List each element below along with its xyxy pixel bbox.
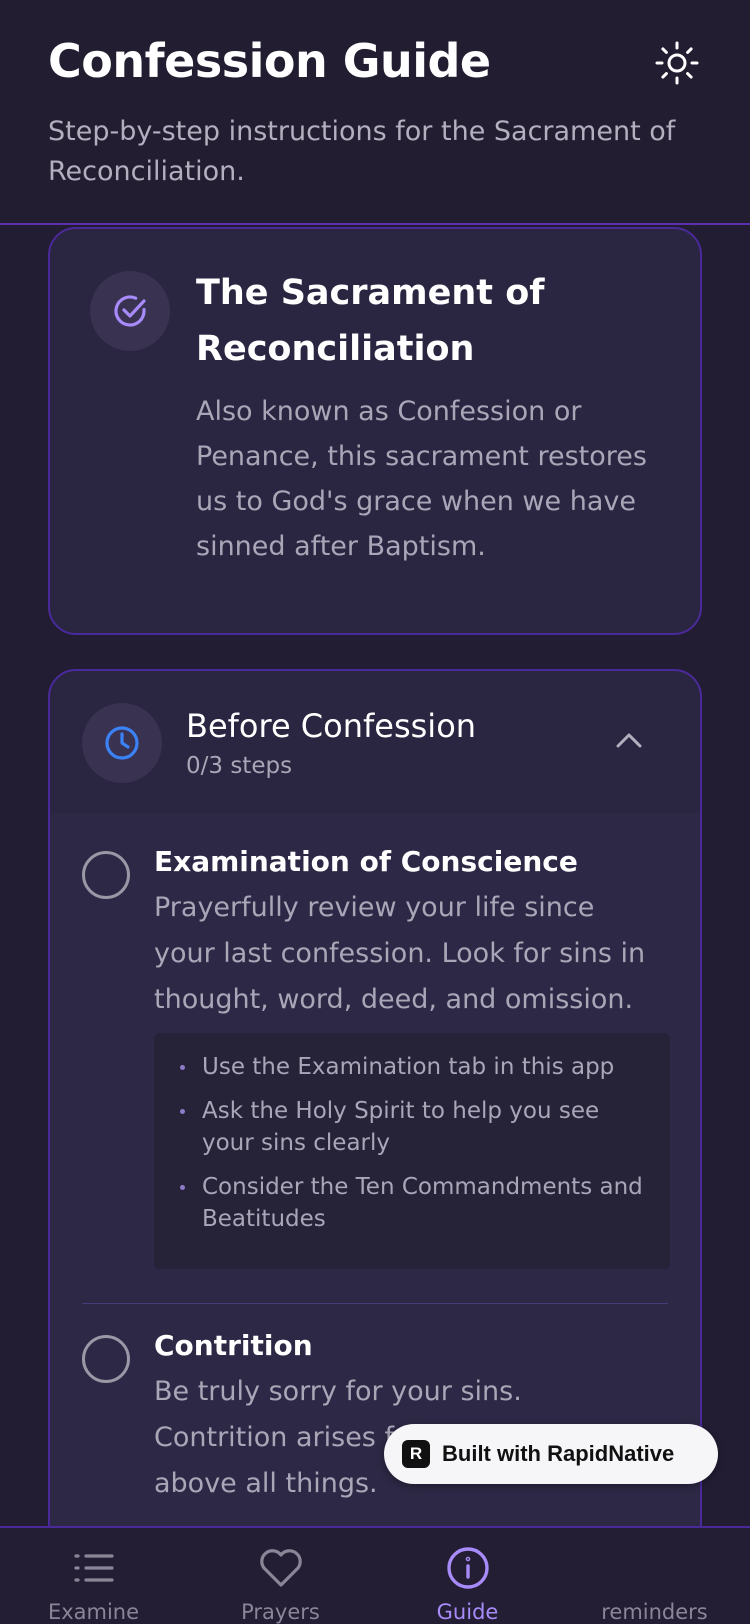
sun-icon <box>655 41 699 85</box>
page-subtitle: Step-by-step instructions for the Sacram… <box>48 116 676 187</box>
step-divider <box>82 1303 668 1304</box>
tab-label: Examine <box>47 1600 140 1624</box>
check-circle-icon <box>114 295 146 327</box>
step-checkbox[interactable] <box>82 1335 130 1383</box>
page-title: Confession Guide <box>48 34 491 88</box>
tab-label: Guide <box>436 1600 499 1624</box>
step-title: Contrition <box>154 1329 313 1362</box>
heart-icon <box>258 1544 304 1592</box>
section-body: Examination of Conscience Prayerfully re… <box>50 813 700 1527</box>
tab-label: Prayers <box>241 1600 320 1624</box>
info-icon <box>445 1544 491 1592</box>
scroll-content[interactable]: The Sacrament of Reconciliation Also kno… <box>0 227 750 1527</box>
tip-item: Ask the Holy Spirit to help you see your… <box>180 1095 650 1159</box>
step-title: Examination of Conscience <box>154 845 578 878</box>
list-icon <box>72 1544 116 1592</box>
bottom-tab-bar: Examine Prayers Guide reminders <box>0 1526 750 1624</box>
theme-toggle-button[interactable] <box>652 38 702 88</box>
section-progress: 0/3 steps <box>186 753 293 779</box>
rapidnative-logo: R <box>402 1440 430 1468</box>
chevron-up-icon <box>612 723 646 757</box>
tab-reminders[interactable]: reminders <box>561 1528 748 1624</box>
step-examination-of-conscience: Examination of Conscience Prayerfully re… <box>82 845 672 1285</box>
intro-text: Also known as Confession or Penance, thi… <box>196 396 647 562</box>
tab-prayers[interactable]: Prayers <box>187 1528 374 1624</box>
built-with-badge[interactable]: R Built with RapidNative <box>384 1424 718 1484</box>
tip-item: Consider the Ten Commandments and Beatit… <box>180 1171 650 1235</box>
clock-icon <box>105 726 139 760</box>
step-checkbox[interactable] <box>82 851 130 899</box>
step-description: Prayerfully review your life since your … <box>154 892 646 1015</box>
tip-item: Use the Examination tab in this app <box>180 1051 650 1083</box>
step-tips: Use the Examination tab in this app Ask … <box>154 1033 670 1269</box>
header: Confession Guide Step-by-step instructio… <box>0 0 750 225</box>
intro-card: The Sacrament of Reconciliation Also kno… <box>48 227 702 635</box>
tab-examine[interactable]: Examine <box>0 1528 187 1624</box>
section-header-toggle[interactable]: Before Confession 0/3 steps <box>50 671 700 813</box>
section-before-confession: Before Confession 0/3 steps Examination … <box>48 669 702 1527</box>
intro-icon-wrap <box>90 271 170 351</box>
tab-label: reminders <box>601 1600 708 1624</box>
badge-text: Built with RapidNative <box>442 1441 675 1466</box>
section-icon-wrap <box>82 703 162 783</box>
intro-title: The Sacrament of Reconciliation <box>196 273 545 369</box>
section-title: Before Confession <box>186 707 477 745</box>
tab-guide[interactable]: Guide <box>374 1528 561 1624</box>
confession-guide-screen: Confession Guide Step-by-step instructio… <box>0 0 750 1624</box>
